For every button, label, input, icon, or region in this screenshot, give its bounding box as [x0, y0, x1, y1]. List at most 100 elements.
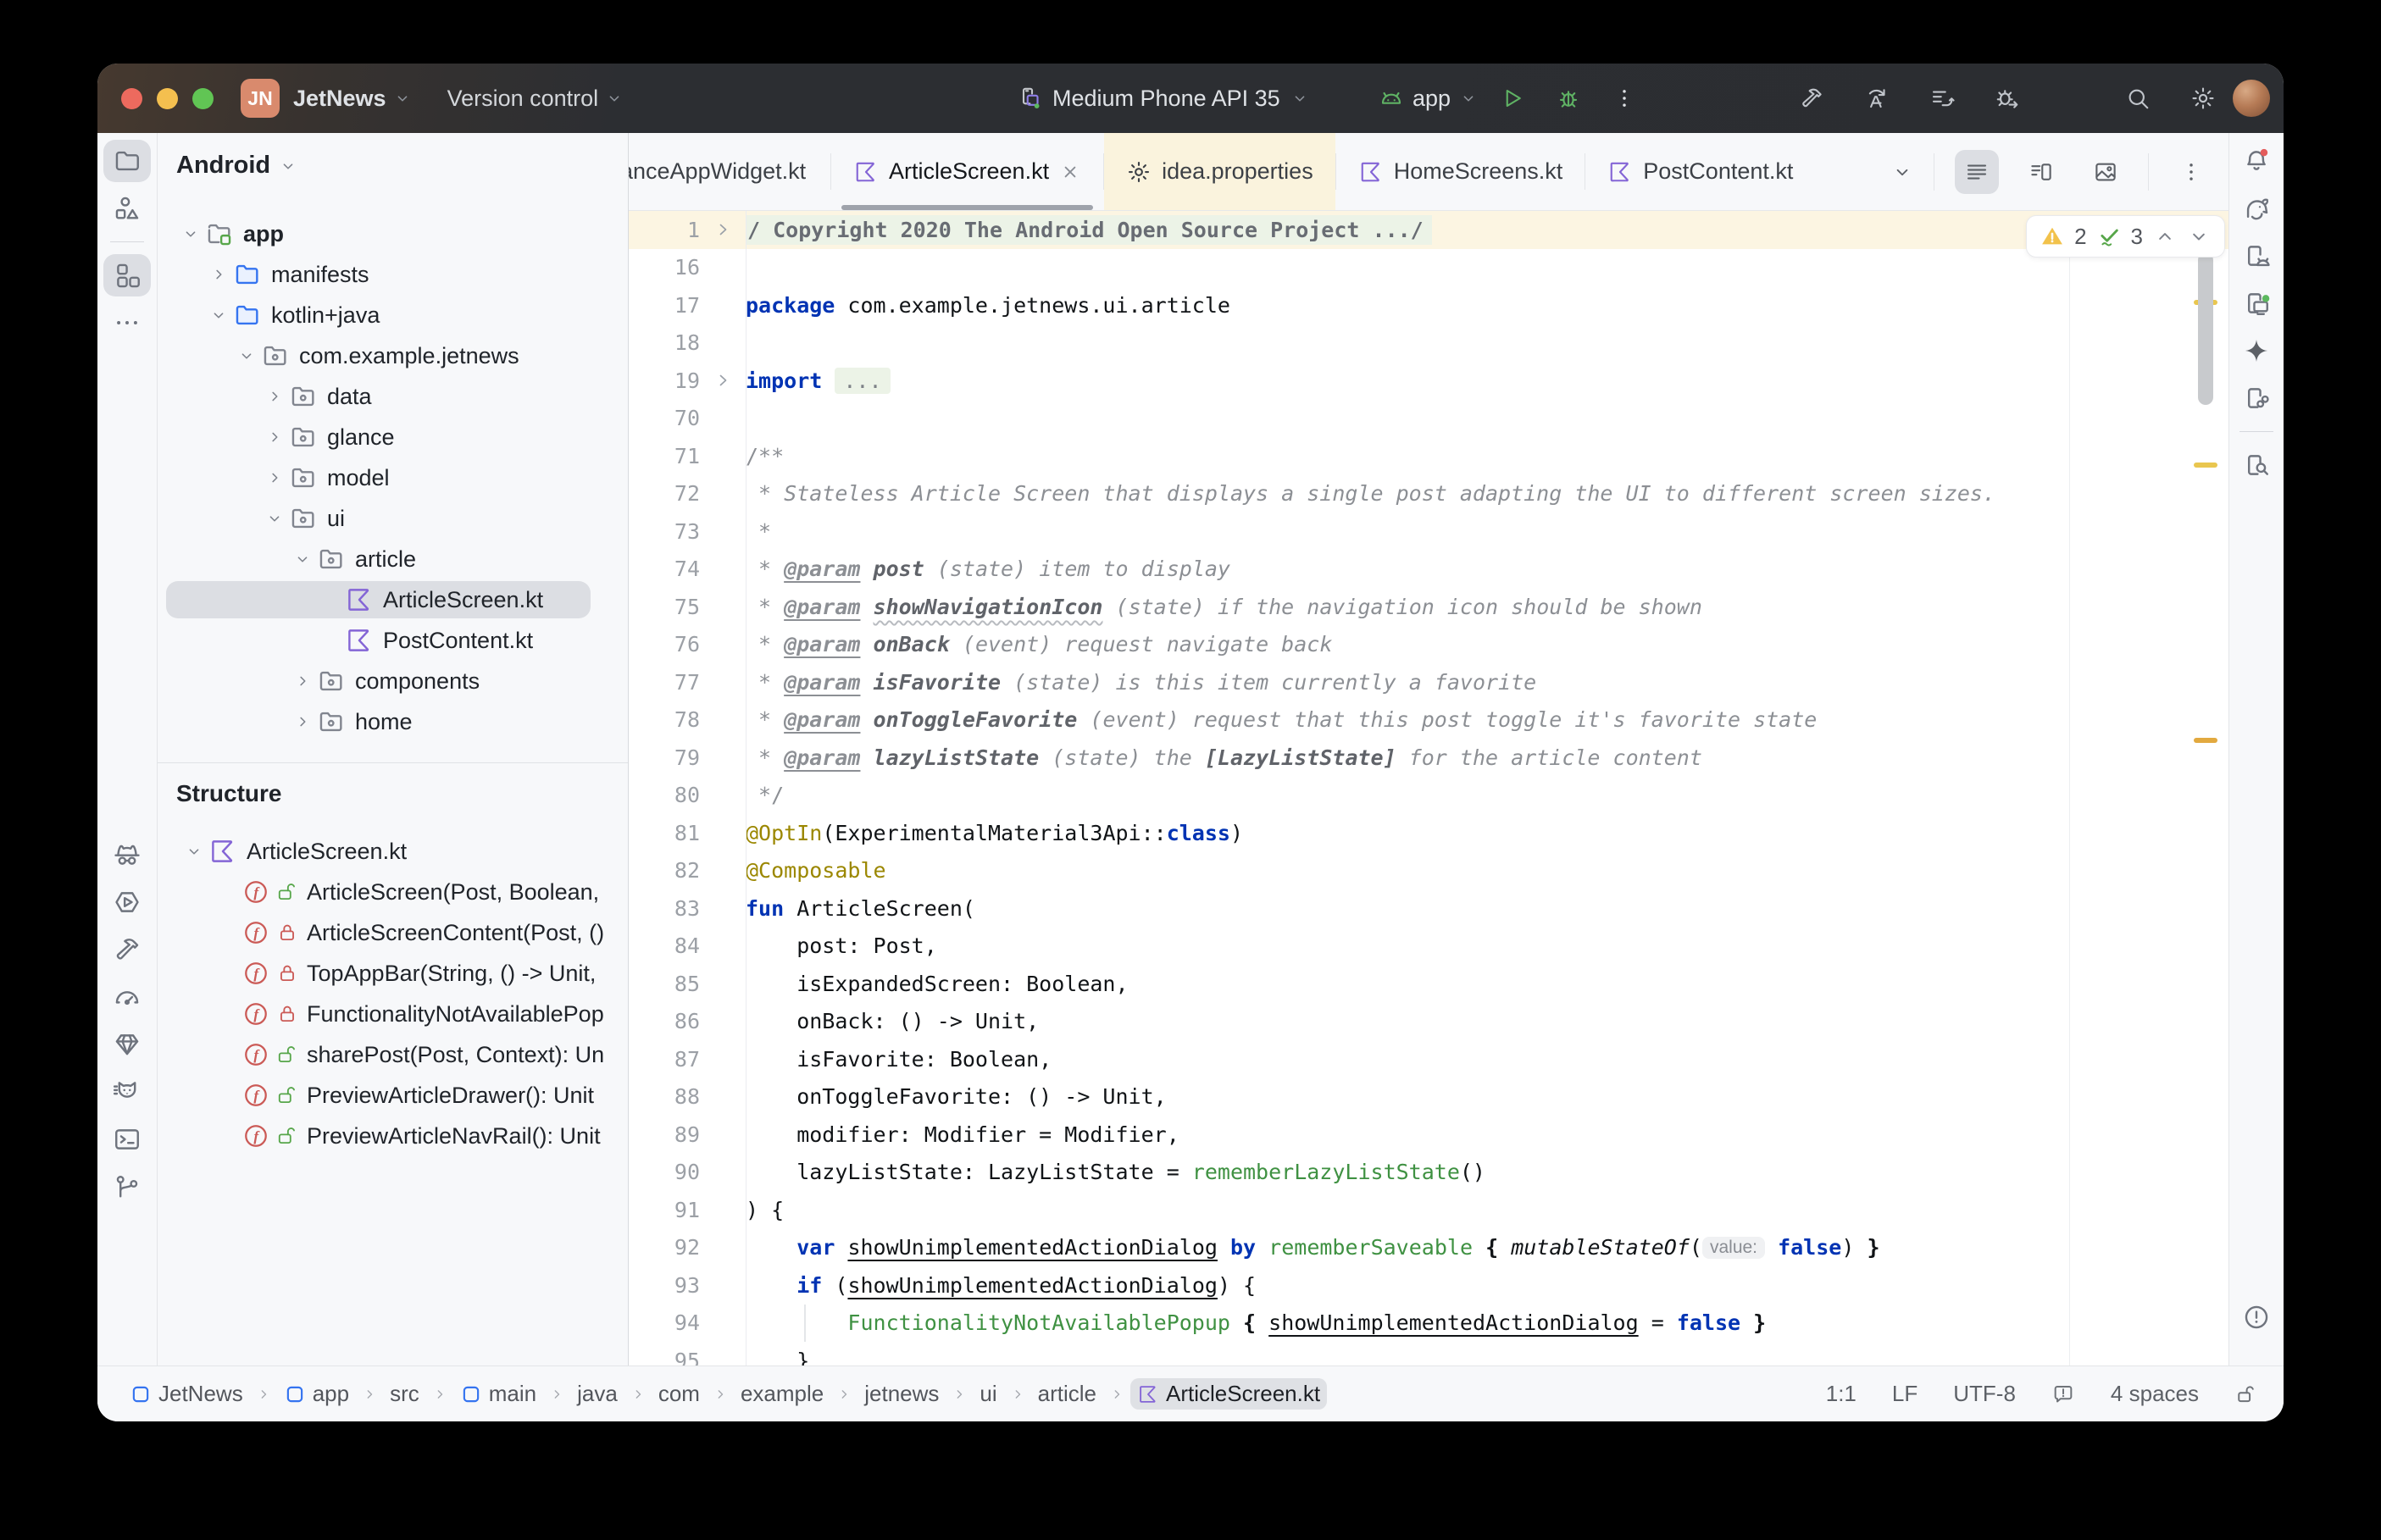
gemini-tool-button[interactable] [2233, 330, 2280, 372]
hidden-tabs-button[interactable] [1891, 161, 1913, 183]
device-explorer-tool-button[interactable] [2233, 444, 2280, 486]
code-line-73[interactable]: 73 * [629, 512, 2228, 551]
code-line-18[interactable]: 18 [629, 324, 2228, 363]
search-icon[interactable] [2125, 86, 2151, 111]
settings-icon[interactable] [2190, 86, 2216, 111]
code-line-83[interactable]: 83 fun ArticleScreen( [629, 889, 2228, 928]
code-line-71[interactable]: 71 /** [629, 437, 2228, 475]
code-line-82[interactable]: 82 @Composable [629, 852, 2228, 890]
tab-idea.properties[interactable]: idea.properties [1104, 133, 1335, 210]
view-code-button[interactable] [1955, 149, 1999, 194]
breadcrumb-com[interactable]: com [652, 1378, 707, 1410]
code-line-81[interactable]: 81 @OptIn(ExperimentalMaterial3Api::class… [629, 814, 2228, 852]
code-line-86[interactable]: 86 onBack: () -> Unit, [629, 1003, 2228, 1041]
zoom-window-button[interactable] [192, 87, 214, 109]
code-line-80[interactable]: 80 */ [629, 777, 2228, 815]
project-view-selector[interactable]: Android [158, 133, 628, 180]
tab-PostContent.kt[interactable]: PostContent.kt [1585, 133, 1815, 210]
breadcrumb-src[interactable]: src [383, 1378, 426, 1410]
close-window-button[interactable] [121, 87, 142, 109]
next-issue-button[interactable] [2187, 224, 2211, 248]
logcat-tool-button[interactable] [103, 1071, 151, 1113]
breadcrumb-app[interactable]: app [277, 1378, 356, 1410]
code-line-76[interactable]: 76 * @param onBack (event) request navig… [629, 626, 2228, 664]
tree-chevron[interactable] [288, 667, 317, 695]
more-tool-button[interactable] [103, 302, 151, 344]
more-vertical-button[interactable] [2169, 150, 2213, 194]
code-line-19[interactable]: 19 import ... [629, 362, 2228, 400]
profile-app-icon[interactable] [1929, 86, 1955, 111]
apply-changes-icon[interactable] [1864, 86, 1890, 111]
version-control-menu[interactable]: Version control [447, 86, 624, 112]
tab-anceAppWidget.kt[interactable]: anceAppWidget.kt [629, 133, 830, 210]
tree-chevron[interactable] [260, 504, 289, 533]
structure-item[interactable]: f PreviewArticleNavRail(): Unit [158, 1116, 628, 1156]
build-hammer-tool-button[interactable] [103, 928, 151, 971]
tree-chevron[interactable] [180, 837, 208, 866]
hexagon-play-tool-button[interactable] [103, 881, 151, 923]
user-avatar[interactable] [2233, 80, 2270, 117]
code-line-79[interactable]: 79 * @param lazyListState (state) the [L… [629, 739, 2228, 777]
code-line-1[interactable]: 1 / Copyright 2020 The Android Open Sourc… [629, 211, 2228, 249]
project-name-menu[interactable]: JetNews [293, 86, 412, 112]
code-line-95[interactable]: 95 } [629, 1342, 2228, 1366]
device-link-tool-button[interactable] [2233, 377, 2280, 419]
structure-item[interactable]: f ArticleScreenContent(Post, () [158, 912, 628, 953]
code-line-91[interactable]: 91) { [629, 1191, 2228, 1229]
code-line-70[interactable]: 70 [629, 400, 2228, 438]
device-selector[interactable]: Medium Phone API 35 [1017, 64, 1309, 133]
structure-tool-button[interactable] [103, 254, 151, 296]
inspections-widget[interactable]: 2 3 [2026, 215, 2225, 258]
tree-item-data[interactable]: data [158, 376, 628, 417]
caret-position[interactable]: 1:1 [1826, 1381, 1857, 1407]
structure-root[interactable]: ArticleScreen.kt [158, 831, 628, 872]
breadcrumb-jetnews[interactable]: jetnews [857, 1378, 946, 1410]
file-encoding[interactable]: UTF-8 [1953, 1381, 2016, 1407]
code-line-77[interactable]: 77 * @param isFavorite (state) is this i… [629, 663, 2228, 701]
code-line-16[interactable]: 16 [629, 249, 2228, 287]
code-editor[interactable]: 1 / Copyright 2020 The Android Open Sourc… [629, 211, 2228, 1366]
build-hammer-icon[interactable] [1799, 86, 1824, 111]
breadcrumb-java[interactable]: java [570, 1378, 624, 1410]
tree-item-ui[interactable]: ui [158, 498, 628, 539]
code-line-88[interactable]: 88 onToggleFavorite: () -> Unit, [629, 1078, 2228, 1116]
tree-chevron[interactable] [232, 341, 261, 370]
breadcrumb-article[interactable]: article [1031, 1378, 1103, 1410]
gradle-tool-button[interactable] [2233, 187, 2280, 230]
code-line-74[interactable]: 74 * @param post (state) item to display [629, 551, 2228, 589]
structure-item[interactable]: f ArticleScreen(Post, Boolean, [158, 872, 628, 912]
tree-item-kotlin+java[interactable]: kotlin+java [158, 295, 628, 335]
code-line-89[interactable]: 89 modifier: Modifier = Modifier, [629, 1116, 2228, 1154]
breadcrumb-JetNews[interactable]: JetNews [123, 1378, 250, 1410]
code-line-75[interactable]: 75 * @param showNavigationIcon (state) i… [629, 588, 2228, 626]
code-line-92[interactable]: 92 var showUnimplementedActionDialog by … [629, 1229, 2228, 1267]
breadcrumb-ArticleScreen.kt[interactable]: ArticleScreen.kt [1130, 1378, 1328, 1410]
line-separator[interactable]: LF [1892, 1381, 1918, 1407]
editor-scrollbar[interactable] [2198, 252, 2213, 405]
app-inspection-tool-button[interactable] [103, 834, 151, 876]
tree-item-home[interactable]: home [158, 701, 628, 742]
tree-chevron[interactable] [260, 382, 289, 411]
device-manager-tool-button[interactable] [2233, 235, 2280, 277]
breadcrumb-ui[interactable]: ui [973, 1378, 1003, 1410]
tree-item-manifests[interactable]: manifests [158, 254, 628, 295]
code-line-94[interactable]: 94 FunctionalityNotAvailablePopup { show… [629, 1304, 2228, 1342]
code-line-87[interactable]: 87 isFavorite: Boolean, [629, 1040, 2228, 1078]
project-tool-button[interactable] [103, 140, 151, 182]
prev-issue-button[interactable] [2153, 224, 2177, 248]
tree-item-article[interactable]: article [158, 539, 628, 579]
structure-item[interactable]: f sharePost(Post, Context): Un [158, 1034, 628, 1075]
code-line-78[interactable]: 78 * @param onToggleFavorite (event) req… [629, 701, 2228, 740]
view-design-button[interactable] [2084, 150, 2128, 194]
code-line-72[interactable]: 72 * Stateless Article Screen that displ… [629, 475, 2228, 513]
tree-item-app[interactable]: app [158, 213, 628, 254]
inspection-bubble-icon[interactable] [2051, 1382, 2075, 1406]
problems-tool-button[interactable] [2233, 1296, 2280, 1338]
unlock-icon[interactable] [2234, 1382, 2258, 1406]
tree-item-model[interactable]: model [158, 457, 628, 498]
code-line-17[interactable]: 17 package com.example.jetnews.ui.article [629, 286, 2228, 324]
structure-item[interactable]: f FunctionalityNotAvailablePop [158, 994, 628, 1034]
tree-chevron[interactable] [288, 545, 317, 573]
app-quality-insights-tool-button[interactable] [103, 1023, 151, 1066]
fold-marker[interactable] [700, 370, 746, 391]
